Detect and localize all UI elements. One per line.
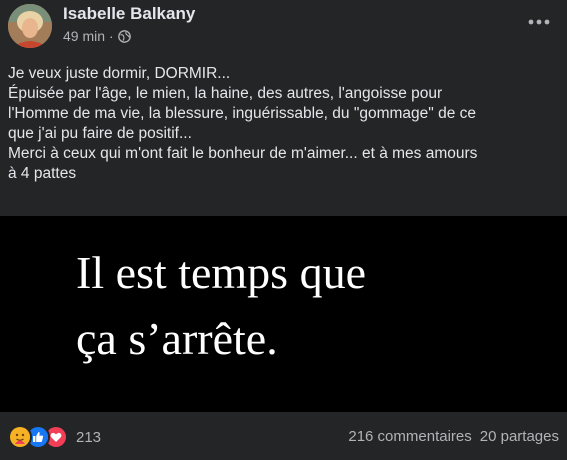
post-text-line: Épuisée par l'âge, le mien, la haine, de… — [8, 85, 443, 102]
more-options-button[interactable] — [522, 8, 556, 36]
author-name[interactable]: Isabelle Balkany — [63, 4, 195, 24]
post-header: Isabelle Balkany 49 min · — [0, 0, 567, 50]
post-stats: 216 commentaires 20 partages — [348, 428, 559, 445]
shares-count[interactable]: 20 partages — [480, 428, 559, 445]
image-quote: Il est temps que ça s’arrête. — [76, 240, 366, 372]
avatar[interactable] — [8, 4, 52, 48]
image-quote-line: ça s’arrête. — [76, 313, 278, 364]
post-meta: 49 min · — [63, 28, 131, 44]
reactions-summary[interactable]: 213 — [8, 425, 101, 449]
post-text: Je veux juste dormir, DORMIR... Épuisée … — [8, 64, 560, 184]
globe-icon — [117, 29, 131, 43]
reaction-count: 213 — [76, 428, 102, 446]
care-icon — [8, 425, 32, 449]
image-quote-line: Il est temps que — [76, 247, 366, 298]
post-text-line: Je veux juste dormir, DORMIR... — [8, 65, 231, 82]
post-image[interactable]: Il est temps que ça s’arrête. — [0, 216, 567, 412]
post-text-line: que j'ai pu faire de positif... — [8, 125, 192, 142]
more-icon — [528, 19, 550, 25]
post-text-line: l'Homme de ma vie, la blessure, inguéris… — [8, 105, 476, 122]
comments-count[interactable]: 216 commentaires — [348, 428, 471, 445]
post-text-line: à 4 pattes — [8, 165, 77, 182]
post-text-line: Merci à ceux qui m'ont fait le bonheur d… — [8, 145, 478, 162]
post-time[interactable]: 49 min — [63, 28, 105, 44]
post-footer: 213 216 commentaires 20 partages — [0, 412, 567, 460]
avatar-image — [8, 4, 52, 48]
meta-separator: · — [109, 28, 114, 44]
